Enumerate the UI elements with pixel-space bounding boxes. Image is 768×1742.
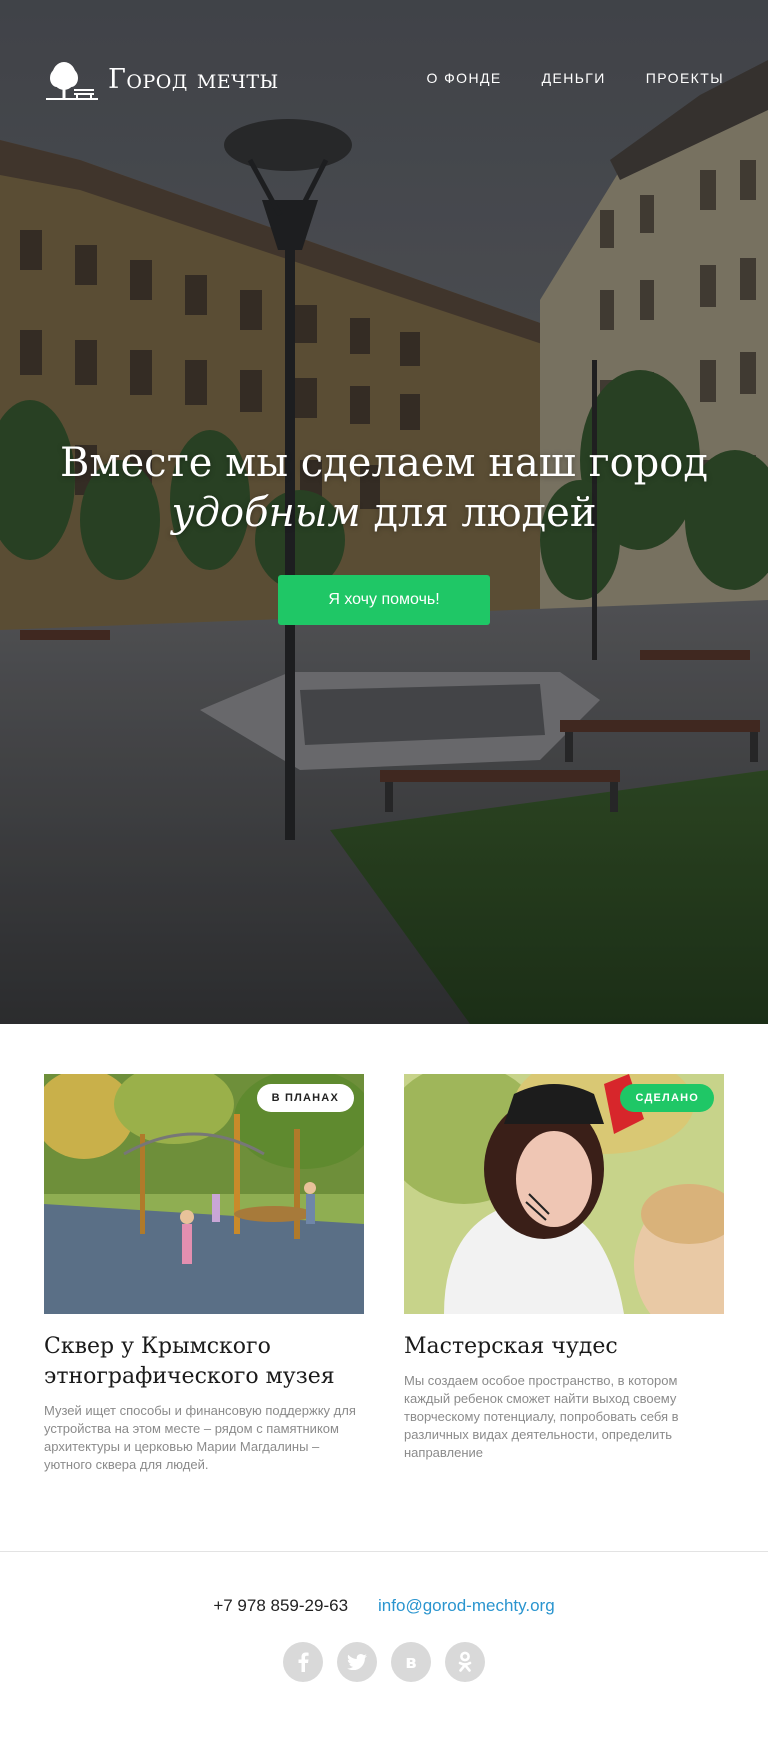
tree-bench-icon <box>46 62 98 100</box>
vk-icon[interactable]: в <box>391 1642 431 1682</box>
project-card[interactable]: В ПЛАНАХ Сквер у Крымского этнографическ… <box>44 1074 364 1474</box>
hero-headline: Вместе мы сделаем наш город удобным для … <box>0 438 768 538</box>
headline-rest: для людей <box>360 490 597 536</box>
project-description: Мы создаем особое пространство, в которо… <box>404 1373 679 1460</box>
main-nav: О ФОНДЕ ДЕНЬГИ ПРОЕКТЫ <box>427 70 724 86</box>
project-card[interactable]: СДЕЛАНО Мастерская чудес Мы создаем особ… <box>404 1074 724 1462</box>
status-badge: В ПЛАНАХ <box>256 1084 354 1112</box>
status-badge: СДЕЛАНО <box>620 1084 714 1112</box>
project-photo-workshop[interactable]: СДЕЛАНО <box>404 1074 724 1314</box>
footer-divider <box>0 1551 768 1552</box>
twitter-icon[interactable] <box>337 1642 377 1682</box>
project-description: Музей ищет способы и финансовую поддержк… <box>44 1403 356 1472</box>
hero-section: Город мечты О ФОНДЕ ДЕНЬГИ ПРОЕКТЫ Вмест… <box>0 0 768 1024</box>
facebook-icon[interactable] <box>283 1642 323 1682</box>
site-header: Город мечты О ФОНДЕ ДЕНЬГИ ПРОЕКТЫ <box>0 0 768 160</box>
nav-item-projects[interactable]: ПРОЕКТЫ <box>646 70 724 86</box>
phone-number[interactable]: +7 978 859-29-63 <box>213 1596 348 1616</box>
project-photo-playground[interactable]: В ПЛАНАХ <box>44 1074 364 1314</box>
contacts: +7 978 859-29-63 info@gorod-mechty.org <box>0 1596 768 1616</box>
nav-item-money[interactable]: ДЕНЬГИ <box>542 70 606 86</box>
social-links: в <box>0 1642 768 1682</box>
project-title[interactable]: Сквер у Крымского этнографического музея <box>44 1332 364 1392</box>
headline-emphasis: удобным <box>171 490 361 536</box>
odnoklassniki-icon[interactable] <box>445 1642 485 1682</box>
site-logo[interactable]: Город мечты <box>44 56 279 104</box>
nav-item-about[interactable]: О ФОНДЕ <box>427 70 502 86</box>
email-link[interactable]: info@gorod-mechty.org <box>378 1596 555 1616</box>
headline-line1: Вместе мы сделаем наш город <box>60 440 708 486</box>
brand-name: Город мечты <box>108 63 279 95</box>
help-cta-button[interactable]: Я хочу помочь! <box>278 575 490 625</box>
project-title[interactable]: Мастерская чудес <box>404 1332 724 1362</box>
